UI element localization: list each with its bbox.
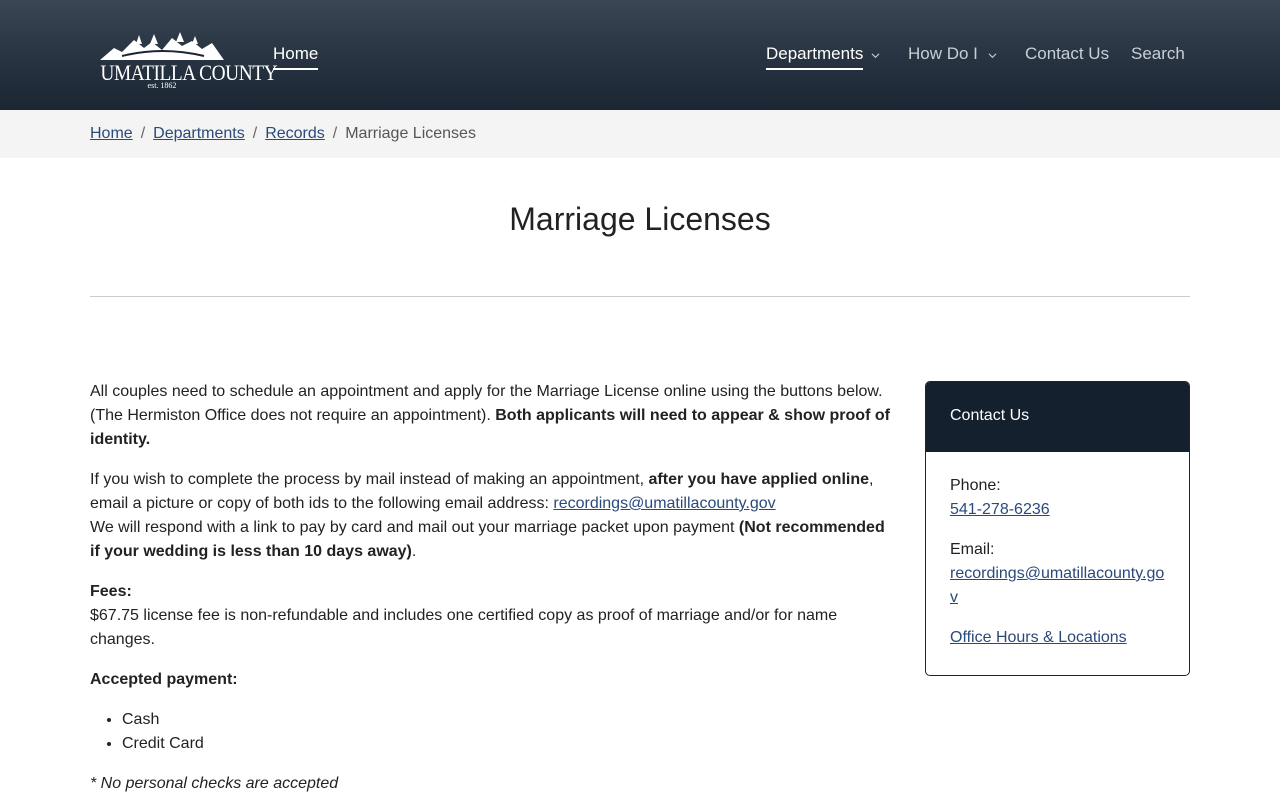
- nav-contact-us-label: Contact Us: [1025, 44, 1110, 63]
- mail-text-c: We will respond with a link to pay by ca…: [90, 519, 739, 536]
- mail-text-a: If you wish to complete the process by m…: [90, 471, 649, 488]
- mail-bold-a: after you have applied online: [648, 471, 870, 488]
- mail-text-d: .: [411, 543, 417, 560]
- email-label: Email:: [950, 541, 995, 558]
- contact-card: Contact Us Phone: 541-278-6236 Email: re…: [925, 381, 1190, 676]
- breadcrumb-home[interactable]: Home: [90, 125, 133, 142]
- title-divider: [90, 296, 1190, 297]
- office-hours-link[interactable]: Office Hours & Locations: [950, 629, 1127, 646]
- nav-home[interactable]: Home: [273, 44, 319, 70]
- fees-label: Fees:: [90, 583, 132, 600]
- breadcrumb: Home / Departments / Records / Marriage Licens…: [90, 124, 476, 144]
- logo-est: est. 1862: [147, 81, 177, 90]
- nav-home-underline: [273, 68, 319, 70]
- site-header: UMATILLA COUNTY est. 1862 Home Departmen…: [0, 0, 1280, 110]
- checks-note: * No personal checks are accepted: [90, 775, 339, 792]
- contact-card-title: Contact Us: [926, 382, 1189, 452]
- phone-group: Phone: 541-278-6236: [950, 474, 1165, 522]
- list-item: Cash: [122, 708, 890, 732]
- card-email-link[interactable]: recordings@umatillacounty.gov: [950, 565, 1164, 606]
- contact-card-body: Phone: 541-278-6236 Email: recordings@um…: [926, 452, 1189, 675]
- email-link[interactable]: recordings@umatillacounty.gov: [553, 495, 775, 512]
- breadcrumb-records[interactable]: Records: [265, 125, 325, 142]
- breadcrumb-current: Marriage Licenses: [345, 125, 476, 142]
- mountains-trees-icon: [100, 32, 224, 60]
- main-content: All couples need to schedule an appointm…: [90, 380, 890, 812]
- payment-heading: Accepted payment:: [90, 668, 890, 692]
- nav-search[interactable]: Search: [1131, 44, 1185, 64]
- phone-label: Phone:: [950, 477, 1001, 494]
- breadcrumb-separator: /: [140, 125, 146, 142]
- breadcrumb-separator: /: [252, 125, 258, 142]
- nav-home-label: Home: [273, 44, 319, 63]
- payment-label: Accepted payment:: [90, 671, 238, 688]
- page-title: Marriage Licenses: [509, 201, 771, 237]
- breadcrumb-separator: /: [332, 125, 338, 142]
- payment-list: Cash Credit Card: [90, 708, 890, 756]
- fees-text: $67.75 license fee is non-refundable and…: [90, 607, 838, 648]
- list-item: Credit Card: [122, 732, 890, 756]
- nav-how-do-i[interactable]: How Do I: [908, 44, 978, 64]
- chevron-down-icon[interactable]: [871, 51, 880, 60]
- phone-link[interactable]: 541-278-6236: [950, 501, 1050, 518]
- fees-paragraph: Fees: $67.75 license fee is non-refundab…: [90, 580, 890, 652]
- checks-note-paragraph: * No personal checks are accepted: [90, 772, 890, 796]
- nav-search-label: Search: [1131, 44, 1185, 63]
- email-group: Email: recordings@umatillacounty.gov: [950, 538, 1165, 610]
- breadcrumb-departments[interactable]: Departments: [153, 125, 245, 142]
- mail-paragraph: If you wish to complete the process by m…: [90, 468, 890, 564]
- nav-contact-us[interactable]: Contact Us: [1025, 44, 1109, 64]
- umatilla-county-logo[interactable]: UMATILLA COUNTY est. 1862: [92, 30, 278, 92]
- nav-departments[interactable]: Departments: [766, 44, 864, 70]
- nav-how-do-i-label: How Do I: [908, 44, 978, 63]
- chevron-down-icon[interactable]: [988, 51, 997, 60]
- hours-group: Office Hours & Locations: [950, 626, 1165, 650]
- nav-departments-label: Departments: [766, 44, 864, 63]
- intro-paragraph: All couples need to schedule an appointm…: [90, 380, 890, 452]
- breadcrumb-bar: Home / Departments / Records / Marriage Licens…: [0, 110, 1280, 158]
- nav-departments-underline: [766, 68, 864, 70]
